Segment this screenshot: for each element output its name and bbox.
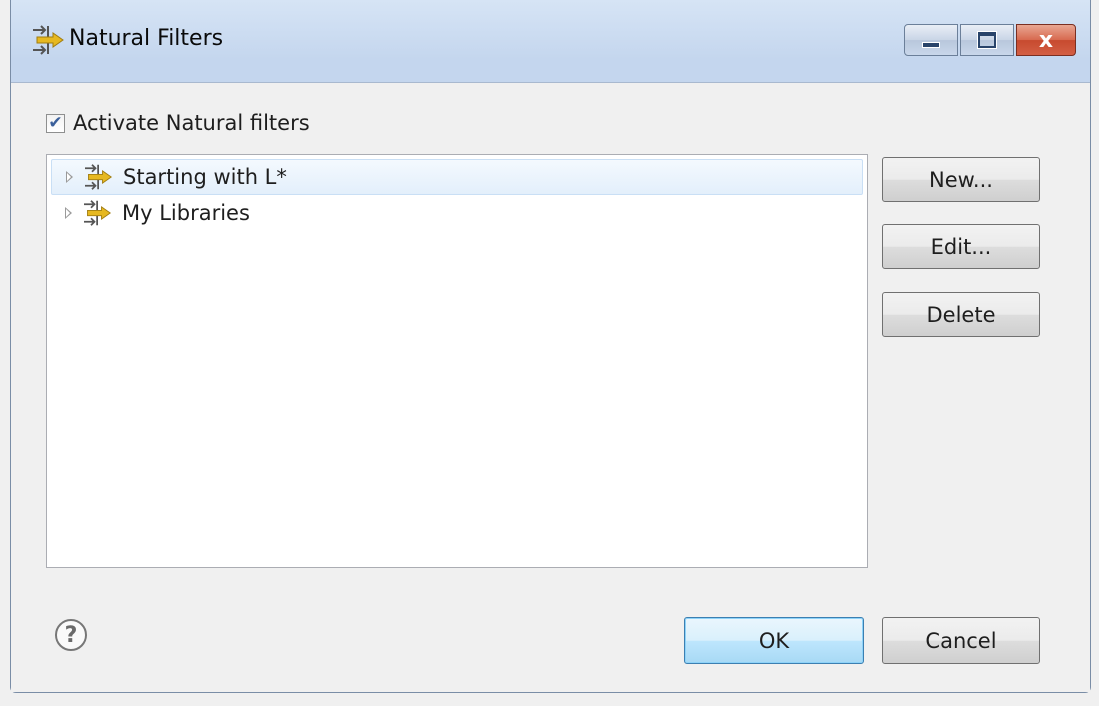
title-bar[interactable]: Natural Filters x — [11, 0, 1090, 82]
expand-arrow-icon[interactable] — [65, 207, 72, 219]
close-icon: x — [1038, 27, 1054, 53]
dialog-body: ✔ Activate Natural filters Starting with… — [11, 82, 1090, 692]
edit-button[interactable]: Edit... — [882, 224, 1040, 269]
dialog-window: Natural Filters x ✔ Activate Natural fil… — [10, 0, 1091, 693]
maximize-button[interactable] — [960, 24, 1014, 56]
ok-button[interactable]: OK — [684, 617, 864, 664]
filter-arrows-icon — [84, 200, 112, 226]
tree-item-starting-with-l[interactable]: Starting with L* — [51, 159, 863, 195]
minimize-icon — [922, 42, 940, 48]
new-button[interactable]: New... — [882, 157, 1040, 202]
filter-arrows-icon — [33, 25, 64, 55]
checkmark-icon: ✔ — [48, 112, 63, 133]
window-title: Natural Filters — [69, 26, 224, 51]
window-controls: x — [902, 24, 1076, 58]
expand-arrow-icon[interactable] — [66, 171, 73, 183]
maximize-icon — [977, 31, 997, 49]
cancel-button[interactable]: Cancel — [882, 617, 1040, 664]
activate-checkbox[interactable]: ✔ — [46, 112, 65, 133]
minimize-button[interactable] — [904, 24, 958, 56]
activate-row: ✔ Activate Natural filters — [46, 111, 310, 135]
activate-label[interactable]: Activate Natural filters — [73, 111, 310, 135]
tree-item-label: My Libraries — [122, 201, 250, 225]
tree-item-label: Starting with L* — [123, 165, 287, 189]
delete-button[interactable]: Delete — [882, 292, 1040, 337]
tree-item-my-libraries[interactable]: My Libraries — [51, 195, 863, 231]
help-icon[interactable]: ? — [55, 619, 87, 651]
filter-tree[interactable]: Starting with L* My Libraries — [46, 154, 868, 568]
close-button[interactable]: x — [1016, 24, 1076, 56]
filter-arrows-icon — [85, 164, 113, 190]
